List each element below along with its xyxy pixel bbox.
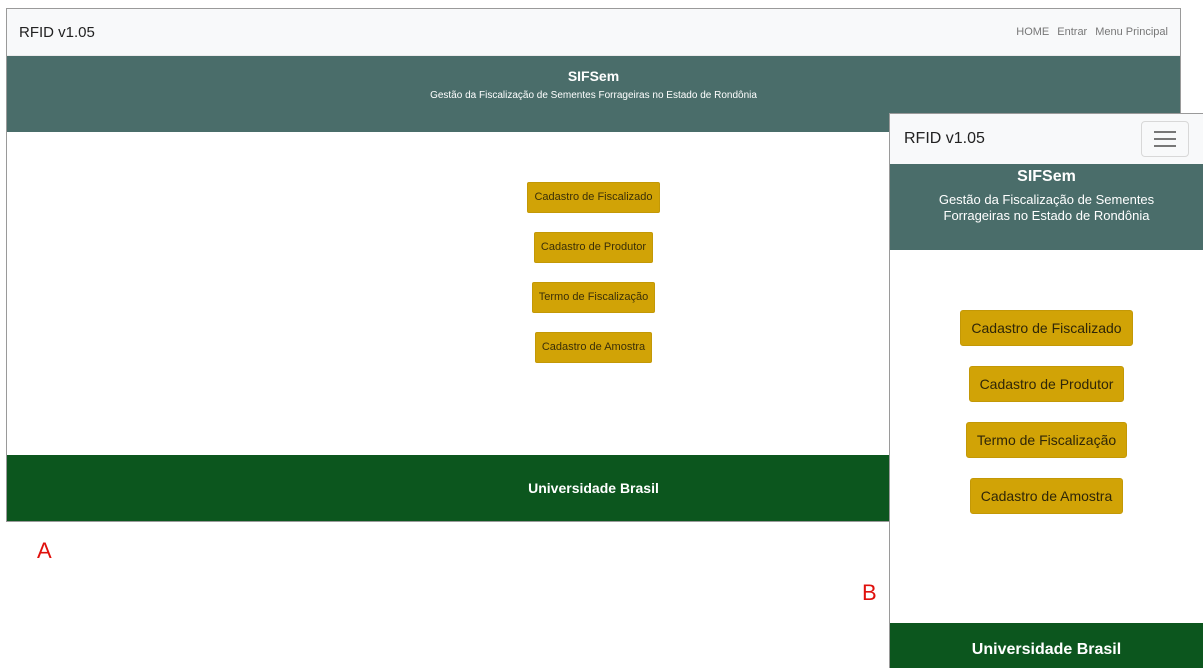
- page-header: SIFSem Gestão da Fiscalização de Semente…: [890, 164, 1203, 250]
- page-subtitle: Gestão da Fiscalização de Sementes Forra…: [938, 192, 1155, 223]
- navbar: RFID v1.05 HOME Entrar Menu Principal: [7, 9, 1180, 56]
- nav-link-entrar[interactable]: Entrar: [1057, 26, 1087, 38]
- navbar: RFID v1.05: [890, 114, 1203, 164]
- navbar-brand[interactable]: RFID v1.05: [904, 130, 985, 148]
- hamburger-icon[interactable]: [1141, 121, 1189, 157]
- cadastro-produtor-button[interactable]: Cadastro de Produtor: [533, 232, 654, 263]
- footer-text: Universidade Brasil: [971, 641, 1122, 658]
- navbar-brand[interactable]: RFID v1.05: [19, 24, 95, 41]
- panel-label-b: B: [862, 580, 877, 605]
- cadastro-amostra-button[interactable]: Cadastro de Amostra: [534, 332, 653, 363]
- termo-fiscalizacao-button[interactable]: Termo de Fiscalização: [531, 282, 656, 313]
- main-menu: Cadastro de Fiscalizado Cadastro de Prod…: [890, 250, 1203, 534]
- cadastro-produtor-button[interactable]: Cadastro de Produtor: [968, 366, 1125, 402]
- nav-link-home[interactable]: HOME: [1016, 26, 1049, 38]
- navbar-links: HOME Entrar Menu Principal: [1016, 26, 1168, 38]
- mobile-view-panel: RFID v1.05 SIFSem Gestão da Fiscalização…: [889, 113, 1203, 668]
- termo-fiscalizacao-button[interactable]: Termo de Fiscalização: [965, 422, 1128, 458]
- cadastro-amostra-button[interactable]: Cadastro de Amostra: [969, 478, 1124, 514]
- panel-label-a: A: [37, 538, 52, 563]
- hamburger-bar: [1154, 145, 1176, 147]
- page-subtitle: Gestão da Fiscalização de Sementes Forra…: [430, 90, 757, 101]
- hamburger-bar: [1154, 131, 1176, 133]
- page-title: SIFSem: [1017, 168, 1076, 185]
- nav-link-menu-principal[interactable]: Menu Principal: [1095, 26, 1168, 38]
- cadastro-fiscalizado-button[interactable]: Cadastro de Fiscalizado: [527, 182, 660, 213]
- footer: Universidade Brasil: [890, 623, 1203, 668]
- screenshot-canvas: RFID v1.05 HOME Entrar Menu Principal SI…: [0, 0, 1203, 668]
- page-title: SIFSem: [567, 68, 620, 84]
- hamburger-bar: [1154, 138, 1176, 140]
- footer-text: Universidade Brasil: [528, 480, 659, 496]
- cadastro-fiscalizado-button[interactable]: Cadastro de Fiscalizado: [960, 310, 1133, 346]
